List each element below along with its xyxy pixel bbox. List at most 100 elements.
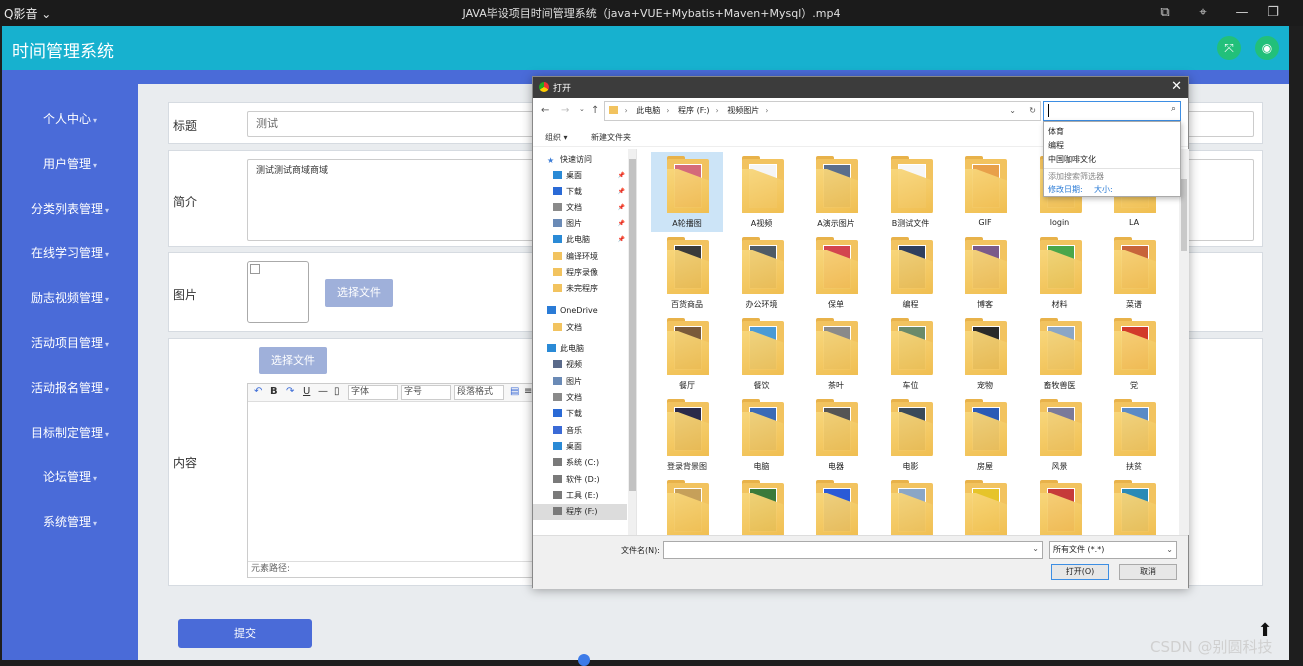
back-to-top-icon[interactable]: ⬆ [1255, 620, 1275, 642]
folder-item[interactable]: A轮播图 [651, 152, 723, 232]
nav-scrollbar[interactable] [628, 149, 636, 535]
nav-item[interactable]: 文档 📌 [533, 200, 627, 216]
font-size-select[interactable]: 字号 [401, 385, 451, 400]
nav-item[interactable]: 软件 (D:) [533, 472, 627, 488]
folder-item[interactable]: GIF [949, 152, 1021, 232]
back-arrow-icon[interactable]: ← [541, 105, 549, 116]
nav-item[interactable]: 此电脑 📌 [533, 232, 627, 248]
folder-item[interactable]: 风景 [1024, 395, 1096, 475]
bold-icon[interactable]: B [270, 386, 278, 397]
nav-item[interactable]: OneDrive [533, 303, 627, 319]
chevron-down-icon[interactable]: ⌄ [1032, 544, 1039, 553]
sidebar-item[interactable]: 励志视频管理 ▾ [2, 289, 138, 306]
pin-icon[interactable]: ⌖ [1193, 3, 1213, 23]
folder-item[interactable]: 电脑 [726, 395, 798, 475]
close-icon[interactable]: ✕ [1171, 79, 1182, 94]
minimize-icon[interactable]: — [1232, 3, 1252, 23]
folder-item[interactable]: 党 [1098, 314, 1170, 394]
nav-item[interactable]: 桌面 [533, 439, 627, 455]
folder-item[interactable]: 保单 [800, 233, 872, 313]
nav-item[interactable]: 程序录像 [533, 265, 627, 281]
nav-item[interactable]: 下载 [533, 406, 627, 422]
files-scroll-thumb[interactable] [1181, 179, 1187, 251]
nav-item[interactable]: 文档 [533, 390, 627, 406]
folder-item[interactable]: B测试文件 [875, 152, 947, 232]
organize-menu[interactable]: 组织 ▾ [545, 132, 568, 143]
suggestion-item[interactable]: 体育 [1048, 126, 1064, 137]
folder-item[interactable]: 编程 [875, 233, 947, 313]
refresh-icon[interactable]: ↻ [1029, 102, 1036, 120]
folder-item[interactable]: 登录背景图 [651, 395, 723, 475]
suggestion-item[interactable]: 编程 [1048, 140, 1064, 151]
nav-item[interactable]: 此电脑 [533, 341, 627, 357]
folder-item[interactable]: 办公环境 [726, 233, 798, 313]
filename-input[interactable]: ⌄ [663, 541, 1043, 559]
folder-item[interactable]: 电器 [800, 395, 872, 475]
folder-item[interactable]: 茶叶 [800, 314, 872, 394]
folder-item[interactable]: 宠物 [949, 314, 1021, 394]
nav-item[interactable]: 程序 (F:) [533, 504, 627, 520]
horizontal-rule-icon[interactable]: — [318, 386, 328, 397]
filter-size-link[interactable]: 大小: [1094, 184, 1113, 195]
search-icon[interactable]: ⌕ [1171, 104, 1176, 114]
underline-icon[interactable]: U [303, 386, 310, 397]
folder-item[interactable]: 餐饮 [726, 314, 798, 394]
folder-item[interactable] [726, 476, 798, 535]
font-family-select[interactable]: 字体 [348, 385, 398, 400]
sidebar-item[interactable]: 分类列表管理 ▾ [2, 200, 138, 217]
address-bar[interactable]: › 此电脑 › 程序 (F:) › 视频图片 › ⌄ ↻ [604, 101, 1041, 121]
folder-item[interactable]: A演示图片 [800, 152, 872, 232]
files-scrollbar[interactable] [1179, 149, 1189, 535]
folder-item[interactable]: 百货商品 [651, 233, 723, 313]
folder-item[interactable] [651, 476, 723, 535]
nav-item[interactable]: 未完程序 [533, 281, 627, 297]
sidebar-item[interactable]: 用户管理 ▾ [2, 155, 138, 172]
sidebar-item[interactable]: 在线学习管理 ▾ [2, 244, 138, 261]
breadcrumb-item[interactable]: 此电脑 [636, 106, 660, 115]
nav-item[interactable]: 音乐 [533, 423, 627, 439]
folder-item[interactable] [875, 476, 947, 535]
folder-item[interactable] [949, 476, 1021, 535]
user-icon[interactable]: ◉ [1255, 36, 1279, 60]
sidebar-item[interactable]: 个人中心 ▾ [2, 110, 138, 127]
nav-item[interactable]: 图片 📌 [533, 216, 627, 232]
up-arrow-icon[interactable]: ↑ [591, 105, 599, 116]
address-dropdown-icon[interactable]: ⌄ [1009, 102, 1016, 120]
seek-handle[interactable] [578, 654, 590, 666]
folder-item[interactable]: 房屋 [949, 395, 1021, 475]
folder-item[interactable]: A视频 [726, 152, 798, 232]
open-button[interactable]: 打开(O) [1051, 564, 1109, 580]
cancel-button[interactable]: 取消 [1119, 564, 1177, 580]
maximize-icon[interactable]: ❐ [1263, 3, 1283, 23]
redo-icon[interactable]: ↷ [286, 386, 294, 397]
undo-icon[interactable]: ↶ [254, 386, 262, 397]
nav-item[interactable]: 视频 [533, 357, 627, 373]
nav-item[interactable]: 工具 (E:) [533, 488, 627, 504]
folder-item[interactable]: 畜牧兽医 [1024, 314, 1096, 394]
filetype-select[interactable]: 所有文件 (*.*) ⌄ [1049, 541, 1177, 559]
recent-chevron-icon[interactable]: ⌄ [579, 105, 585, 113]
folder-item[interactable] [1098, 476, 1170, 535]
nav-item[interactable]: 下载 📌 [533, 184, 627, 200]
folder-item[interactable]: 扶贫 [1098, 395, 1170, 475]
nav-item[interactable]: ★ 快速访问 [533, 152, 627, 168]
folder-item[interactable] [800, 476, 872, 535]
sidebar-item[interactable]: 活动项目管理 ▾ [2, 334, 138, 351]
folder-item[interactable]: 博客 [949, 233, 1021, 313]
folder-item[interactable] [1024, 476, 1096, 535]
image-choose-file-button[interactable]: 选择文件 [325, 279, 393, 307]
nav-item[interactable]: 文档 [533, 320, 627, 336]
sidebar-item[interactable]: 活动报名管理 ▾ [2, 379, 138, 396]
new-folder-button[interactable]: 新建文件夹 [591, 132, 631, 143]
nav-item[interactable]: 编译环境 [533, 249, 627, 265]
sidebar-item[interactable]: 目标制定管理 ▾ [2, 424, 138, 441]
page-icon[interactable]: ▯ [334, 386, 340, 397]
forward-arrow-icon[interactable]: → [561, 105, 569, 116]
sidebar-item[interactable]: 系统管理 ▾ [2, 513, 138, 530]
breadcrumb-item[interactable]: 程序 (F:) [678, 106, 709, 115]
pip-icon[interactable]: ⧉ [1155, 3, 1175, 23]
folder-item[interactable]: 餐厅 [651, 314, 723, 394]
paragraph-format-select[interactable]: 段落格式 [454, 385, 504, 400]
nav-item[interactable]: 桌面 📌 [533, 168, 627, 184]
suggestion-item[interactable]: 中国咖啡文化 [1048, 154, 1096, 165]
